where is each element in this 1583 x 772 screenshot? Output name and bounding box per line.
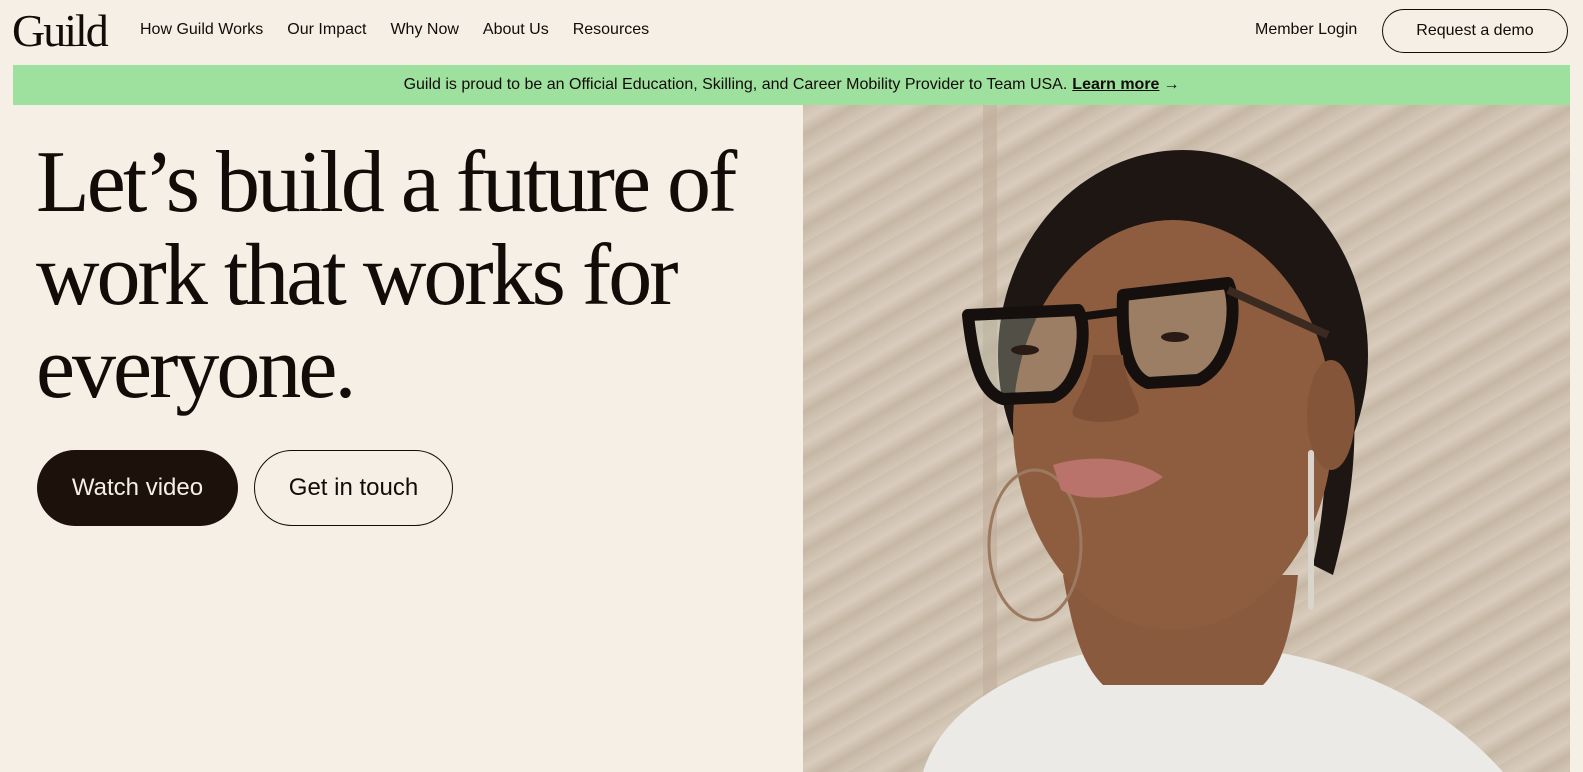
request-demo-button[interactable]: Request a demo — [1382, 9, 1568, 53]
nav-how-guild-works[interactable]: How Guild Works — [140, 19, 263, 41]
watch-video-button[interactable]: Watch video — [37, 450, 238, 526]
nav-resources[interactable]: Resources — [573, 19, 649, 41]
member-login-link[interactable]: Member Login — [1255, 19, 1357, 41]
portrait-illustration — [923, 105, 1503, 772]
announcement-banner: Guild is proud to be an Official Educati… — [13, 65, 1570, 105]
site-header: Guild How Guild Works Our Impact Why Now… — [0, 0, 1583, 64]
hero-title: Let’s build a future of work that works … — [36, 134, 737, 417]
nav-why-now[interactable]: Why Now — [390, 19, 458, 41]
nav-about-us[interactable]: About Us — [483, 19, 549, 41]
arrow-right-icon[interactable]: → — [1163, 76, 1179, 94]
learn-more-link[interactable]: Learn more — [1072, 76, 1159, 94]
banner-text: Guild is proud to be an Official Educati… — [403, 76, 1068, 93]
guild-logo[interactable]: Guild — [12, 6, 109, 56]
page: Guild How Guild Works Our Impact Why Now… — [0, 0, 1583, 772]
nav-our-impact[interactable]: Our Impact — [287, 19, 366, 41]
main-nav: How Guild Works Our Impact Why Now About… — [140, 19, 673, 41]
get-in-touch-button[interactable]: Get in touch — [254, 450, 453, 526]
hero-photo — [803, 105, 1570, 772]
